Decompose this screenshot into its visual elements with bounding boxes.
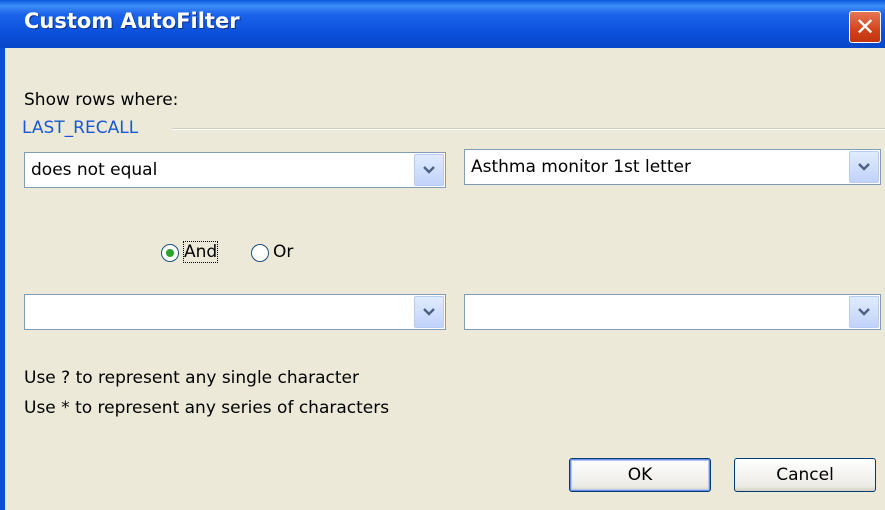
and-radio[interactable] [161, 244, 179, 262]
group-divider [172, 128, 885, 130]
dialog-title: Custom AutoFilter [24, 9, 240, 33]
chevron-down-icon [423, 308, 435, 316]
ok-button[interactable]: OK [569, 458, 711, 492]
show-rows-label: Show rows where: [24, 90, 179, 110]
value1-text: Asthma monitor 1st letter [471, 157, 691, 177]
cancel-button[interactable]: Cancel [734, 458, 876, 492]
value1-combobox[interactable]: Asthma monitor 1st letter [464, 149, 881, 185]
operator1-dropdown[interactable]: does not equal [24, 152, 446, 188]
or-radio-label[interactable]: Or [273, 242, 293, 262]
radio-selected-dot [166, 249, 174, 257]
hint-single-character: Use ? to represent any single character [24, 368, 359, 388]
operator1-dropdown-button[interactable] [414, 154, 444, 186]
window-border [0, 48, 5, 510]
chevron-down-icon [423, 166, 435, 174]
title-bar[interactable]: Custom AutoFilter ✕ [0, 0, 885, 48]
value2-combobox[interactable] [464, 294, 881, 330]
operator1-value: does not equal [31, 160, 158, 180]
value1-dropdown-button[interactable] [849, 151, 879, 183]
or-radio[interactable] [251, 244, 269, 262]
operator2-dropdown[interactable] [24, 294, 446, 330]
chevron-down-icon [858, 308, 870, 316]
hint-series-characters: Use * to represent any series of charact… [24, 398, 390, 418]
chevron-down-icon [858, 163, 870, 171]
custom-autofilter-dialog: Custom AutoFilter ✕ Show rows where: LAS… [0, 0, 885, 510]
value2-dropdown-button[interactable] [849, 296, 879, 328]
field-name-label: LAST_RECALL [22, 118, 139, 138]
operator2-dropdown-button[interactable] [414, 296, 444, 328]
and-radio-label[interactable]: And [182, 241, 219, 263]
close-button[interactable]: ✕ [849, 11, 881, 43]
close-icon: ✕ [854, 13, 876, 41]
